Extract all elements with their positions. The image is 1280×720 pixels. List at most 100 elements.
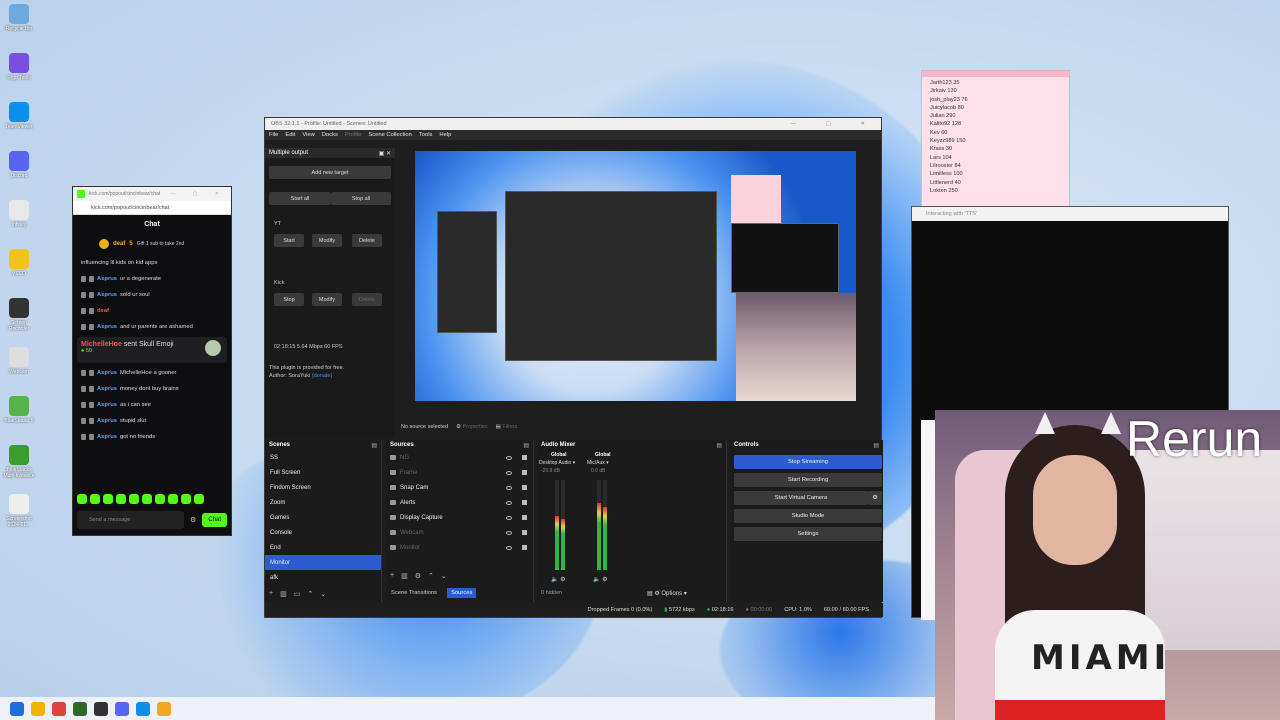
channel-name[interactable]: Desktop Audio ▾: [539, 460, 575, 466]
lock-icon[interactable]: [522, 515, 527, 520]
menu-help[interactable]: Help: [439, 132, 451, 138]
eye-icon[interactable]: [506, 500, 512, 505]
kick-delete-button[interactable]: Delete: [352, 293, 382, 306]
lock-icon[interactable]: [522, 530, 527, 535]
dock-menu-icon[interactable]: ▤: [523, 442, 533, 449]
menu-edit[interactable]: Edit: [285, 132, 295, 138]
start-recording-button[interactable]: Start Recording: [734, 473, 882, 487]
desktop-icon[interactable]: Recycle Bin: [2, 4, 36, 53]
xbox-icon[interactable]: [73, 701, 87, 716]
program-preview[interactable]: [415, 151, 856, 401]
gift-banner[interactable]: deaf 5 Gift 1 sub to take 2nd: [73, 233, 231, 255]
add-icon[interactable]: +: [269, 590, 273, 598]
settings-button[interactable]: Settings: [734, 527, 882, 541]
teamviewer-icon[interactable]: [136, 701, 150, 716]
source-item[interactable]: Snap Cam: [386, 480, 533, 495]
scene-item[interactable]: End: [265, 540, 381, 555]
add-target-button[interactable]: Add new target: [269, 166, 391, 179]
start-icon[interactable]: [10, 701, 24, 716]
yt-start-button[interactable]: Start: [274, 234, 304, 247]
eye-icon[interactable]: [506, 470, 512, 475]
chat-username[interactable]: Asprus: [97, 433, 117, 441]
lock-icon[interactable]: [522, 545, 527, 550]
emote-icon[interactable]: [155, 494, 165, 504]
scene-item[interactable]: SS: [265, 450, 381, 465]
eye-icon[interactable]: [506, 515, 512, 520]
start-all-button[interactable]: Start all: [269, 192, 331, 205]
address-bar[interactable]: kick.com/popout/cincinbear/chat: [73, 201, 231, 215]
chat-send-button[interactable]: Chat: [202, 513, 227, 527]
trash-icon[interactable]: ▥: [280, 590, 287, 598]
menu-file[interactable]: File: [269, 132, 278, 138]
donate-link[interactable]: (donate): [312, 373, 333, 379]
chat-username[interactable]: Asprus: [97, 385, 117, 393]
source-item[interactable]: Alerts: [386, 495, 533, 510]
window-titlebar[interactable]: kick.com/popout/cincinbear/chat — ▢ ✕: [73, 187, 231, 201]
chat-username[interactable]: deaf: [97, 307, 109, 315]
eye-icon[interactable]: [506, 545, 512, 550]
scene-item[interactable]: Games: [265, 510, 381, 525]
trash-icon[interactable]: ▥: [401, 572, 408, 580]
desktop-icon[interactable]: Discord: [2, 151, 36, 200]
studio-mode-button[interactable]: Studio Mode: [734, 509, 882, 523]
window-titlebar[interactable]: Interacting with 'TTS': [912, 207, 1228, 221]
menu-tools[interactable]: Tools: [419, 132, 433, 138]
explorer-icon[interactable]: [31, 701, 45, 716]
chat-username[interactable]: Asprus: [97, 275, 117, 283]
desktop-icon[interactable]: VSCO: [2, 249, 36, 298]
add-icon[interactable]: +: [390, 572, 394, 580]
notepad-text[interactable]: Jarth123 35 Jirkaiv 130 josh_play23 76 Juic…: [922, 77, 1069, 195]
scene-item[interactable]: Monitor: [265, 555, 381, 570]
dock-menu-icon[interactable]: ▤: [371, 442, 381, 449]
chat-username[interactable]: Asprus: [97, 401, 117, 409]
down-icon[interactable]: ⌄: [441, 572, 447, 580]
lock-icon[interactable]: [522, 470, 527, 475]
obs-icon[interactable]: [94, 701, 108, 716]
desktop-icon[interactable]: TeamViewer: [2, 102, 36, 151]
source-item[interactable]: Frame: [386, 465, 533, 480]
emote-icon[interactable]: [181, 494, 191, 504]
emote-icon[interactable]: [116, 494, 126, 504]
message-input[interactable]: Send a message: [77, 511, 185, 529]
source-item[interactable]: Monitor: [386, 540, 533, 555]
menu-scene-collection[interactable]: Scene Collection: [368, 132, 412, 138]
channel-name[interactable]: Mic/Aux ▾: [587, 460, 609, 466]
source-item[interactable]: Webcam: [386, 525, 533, 540]
eye-icon[interactable]: [506, 455, 512, 460]
scene-item[interactable]: Zoom: [265, 495, 381, 510]
menu-docks[interactable]: Docks: [322, 132, 338, 138]
yt-delete-button[interactable]: Delete: [352, 234, 382, 247]
stop-all-button[interactable]: Stop all: [331, 192, 391, 205]
emote-icon[interactable]: [103, 494, 113, 504]
mute-icon[interactable]: 🔈 ⚙: [551, 576, 566, 583]
desktop-icon[interactable]: Infinity: [2, 200, 36, 249]
desktop-icon[interactable]: Ergo Tools: [2, 53, 36, 102]
lock-icon[interactable]: [522, 455, 527, 460]
menu-profile[interactable]: Profile: [345, 132, 361, 138]
up-icon[interactable]: ⌃: [307, 590, 313, 598]
emote-icon[interactable]: [77, 494, 87, 504]
tab-scene-transitions[interactable]: Scene Transitions: [387, 588, 441, 598]
emote-icon[interactable]: [129, 494, 139, 504]
scene-item[interactable]: afk: [265, 570, 381, 585]
dock-menu-icon[interactable]: ▤: [716, 442, 726, 449]
emote-icon[interactable]: [194, 494, 204, 504]
emote-icon[interactable]: [142, 494, 152, 504]
source-item[interactable]: NG: [386, 450, 533, 465]
start-virtual-camera-button[interactable]: Start Virtual Camera: [734, 491, 868, 505]
desktop-icon[interactable]: Screenshot 2024-01...: [2, 494, 36, 543]
window-controls[interactable]: — ▢ ✕: [791, 121, 881, 127]
source-item[interactable]: Display Capture: [386, 510, 533, 525]
eye-icon[interactable]: [506, 530, 512, 535]
yt-modify-button[interactable]: Modify: [312, 234, 342, 247]
scene-item[interactable]: Findom Screen: [265, 480, 381, 495]
menu-view[interactable]: View: [302, 132, 314, 138]
up-icon[interactable]: ⌃: [428, 572, 434, 580]
chat-username[interactable]: Asprus: [97, 369, 117, 377]
chrome-icon[interactable]: [52, 701, 66, 716]
stop-streaming-button[interactable]: Stop Streaming: [734, 455, 882, 469]
desktop-icon[interactable]: BlueStacks Multi-Instance: [2, 445, 36, 494]
desktop-icon[interactable]: Webcam: [2, 347, 36, 396]
window-titlebar[interactable]: OBS 32.1.1 - Profile: Untitled - Scenes:…: [265, 118, 881, 130]
chat-username[interactable]: MichelleHoe: [81, 341, 122, 348]
